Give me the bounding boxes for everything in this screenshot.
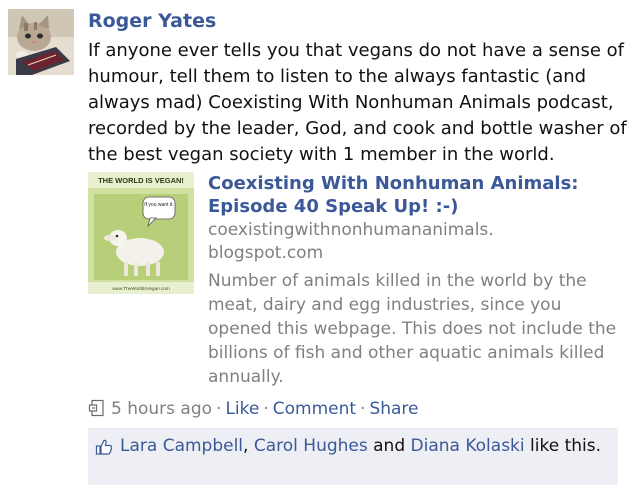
likes-comma: , <box>243 436 254 456</box>
likes-and: and <box>367 436 411 456</box>
liker-lara-campbell-link[interactable]: Lara Campbell <box>120 436 243 456</box>
thumbnail-url-text: www.TheWorldIsVegan.com <box>112 286 170 291</box>
thumbnail-banner-text: THE WORLD IS VEGAN! <box>98 176 184 185</box>
liker-diana-kolaski-link[interactable]: Diana Kolaski <box>411 436 525 456</box>
attachment-thumbnail[interactable]: THE WORLD IS VEGAN! If you want it. www.… <box>88 172 194 294</box>
attachment-thumbnail-image: THE WORLD IS VEGAN! If you want it. www.… <box>88 172 194 294</box>
separator: · <box>216 399 222 419</box>
thumbs-up-icon <box>95 439 112 455</box>
likes-summary: Lara Campbell, Carol Hughes and Diana Ko… <box>88 428 618 485</box>
attachment-description: Number of animals killed in the world by… <box>208 271 617 387</box>
likes-text: Lara Campbell, Carol Hughes and Diana Ko… <box>120 435 610 458</box>
author-name-link[interactable]: Roger Yates <box>88 10 216 32</box>
post-actions-row: 5 hours ago · Like · Comment · Share <box>88 396 419 422</box>
comment-link[interactable]: Comment <box>273 399 356 419</box>
separator: · <box>263 399 269 419</box>
share-link-icon <box>88 399 104 417</box>
attachment-domain-line-1: coexistingwithnonhumananimals. <box>208 220 494 240</box>
share-link[interactable]: Share <box>369 399 418 419</box>
separator: · <box>360 399 366 419</box>
thumbnail-bubble-text: If you want it. <box>144 202 173 208</box>
liker-carol-hughes-link[interactable]: Carol Hughes <box>254 436 368 456</box>
attachment-domain-line-2: blogspot.com <box>208 243 324 263</box>
attachment-title-link[interactable]: Coexisting With Nonhuman Animals: Episod… <box>208 172 628 218</box>
attachment-domain: coexistingwithnonhumananimals. blogspot.… <box>208 219 538 265</box>
attachment-title-line-1[interactable]: Coexisting With Nonhuman Animals: <box>208 173 579 194</box>
likes-suffix: like this. <box>524 436 602 456</box>
avatar-cat-reading-image <box>8 9 74 75</box>
post-message: If anyone ever tells you that vegans do … <box>88 40 627 165</box>
avatar[interactable] <box>8 9 74 75</box>
post-timestamp[interactable]: 5 hours ago <box>111 399 212 419</box>
like-link[interactable]: Like <box>225 399 259 419</box>
attachment-title-line-2[interactable]: Episode 40 Speak Up! :-) <box>208 196 458 217</box>
